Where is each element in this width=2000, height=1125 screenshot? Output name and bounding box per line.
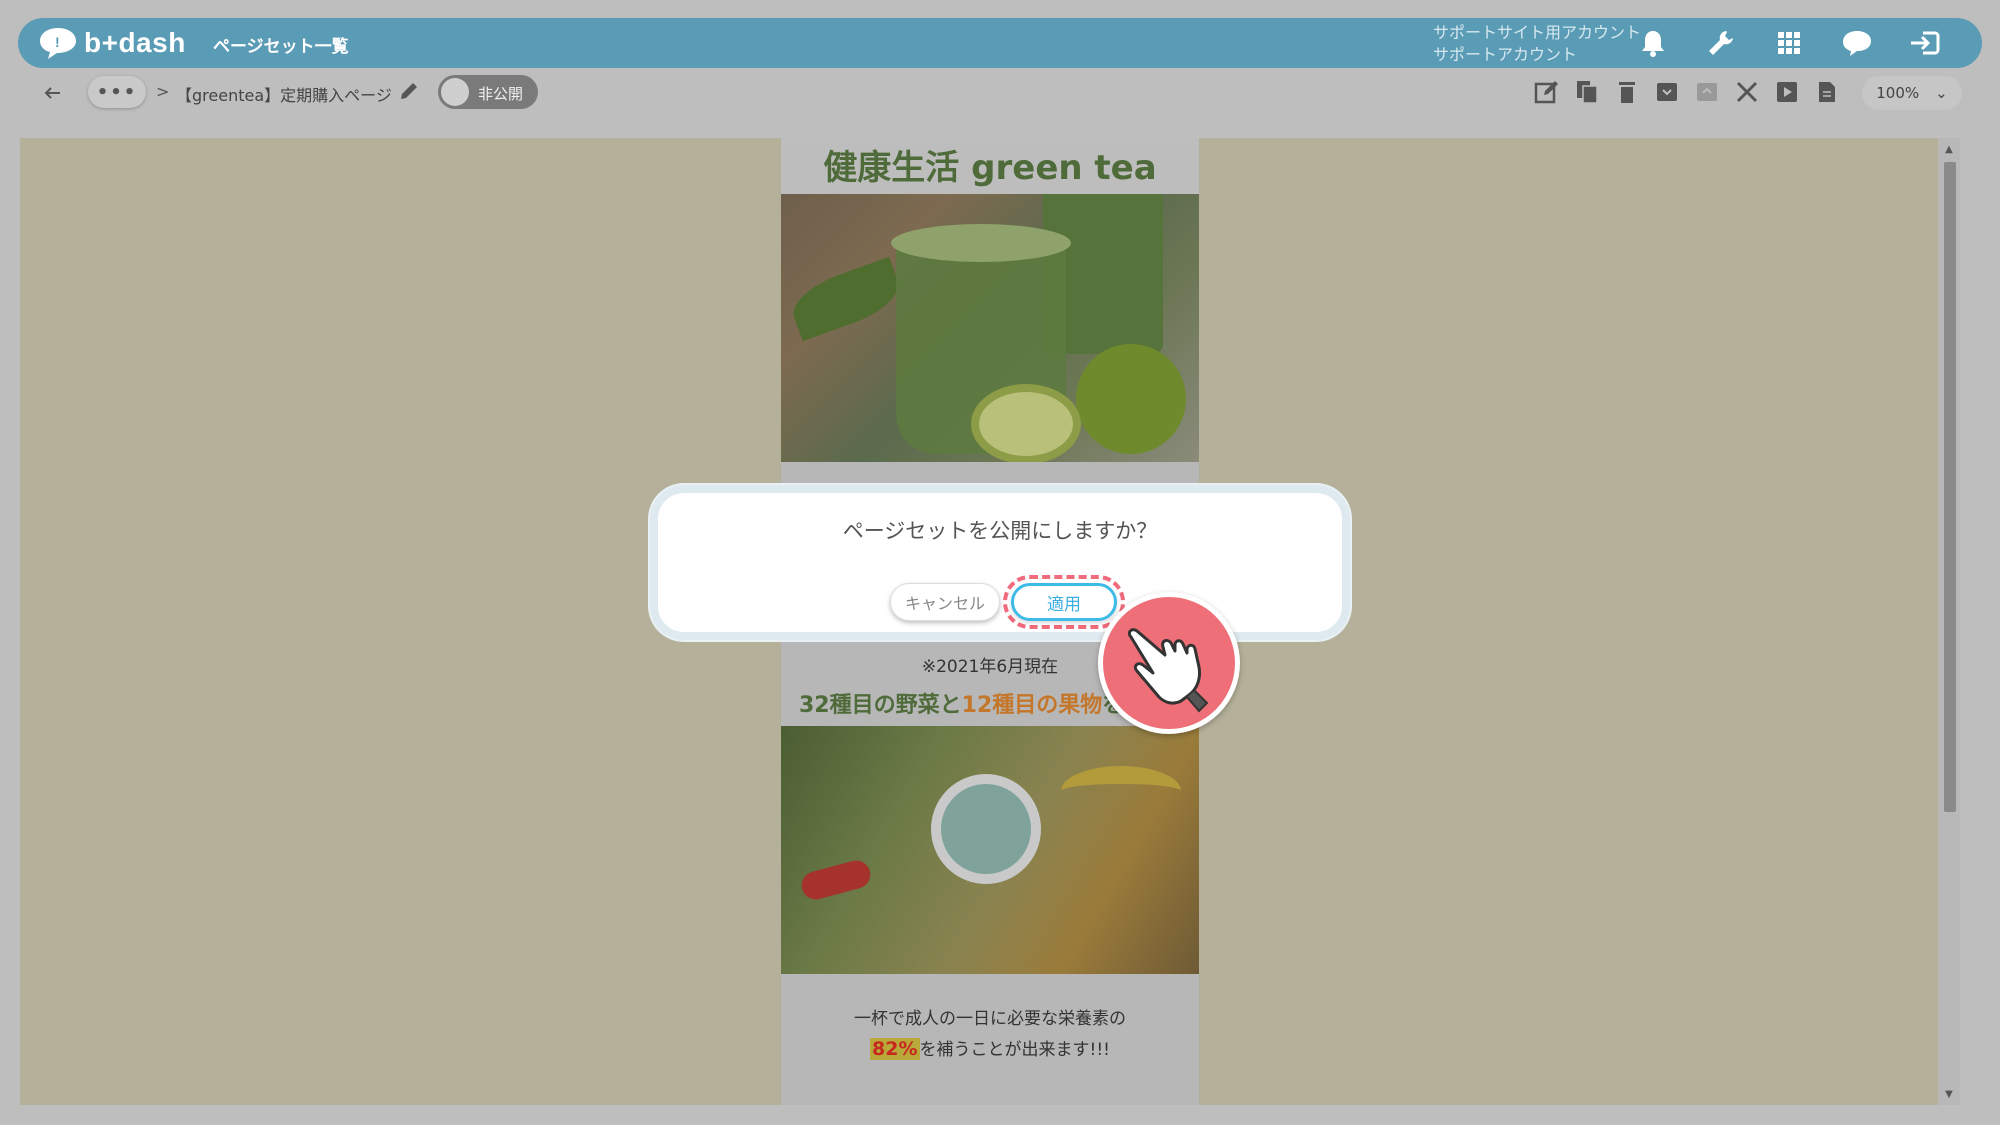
trash-icon[interactable] bbox=[1613, 78, 1641, 106]
header-icons bbox=[1634, 24, 1944, 62]
app-window: ! b+dash ページセット一覧 サポートサイト用アカウント サポートアカウン… bbox=[0, 0, 2000, 1125]
veg-title-and: と bbox=[939, 693, 962, 718]
breadcrumb-separator: > bbox=[156, 82, 170, 101]
preview-text-rest: を補うことが出来ます!!! bbox=[919, 1040, 1110, 1060]
toggle-label: 非公開 bbox=[478, 85, 524, 103]
back-arrow-icon[interactable] bbox=[40, 80, 66, 106]
preview-title: 健康生活 green tea bbox=[781, 138, 1199, 194]
scroll-down-icon[interactable]: ▼ bbox=[1943, 1089, 1955, 1101]
chat-icon[interactable] bbox=[1838, 24, 1876, 62]
scroll-up-icon[interactable]: ▲ bbox=[1943, 144, 1955, 156]
preview-text-line2: 82% を補うことが出来ます!!! bbox=[781, 1035, 1199, 1060]
breadcrumb-more-button[interactable]: ••• bbox=[88, 76, 146, 108]
publish-confirm-dialog: ページセットを公開にしますか？ キャンセル 適用 bbox=[650, 485, 1350, 640]
bell-icon[interactable] bbox=[1634, 24, 1672, 62]
toggle-knob bbox=[441, 78, 469, 106]
svg-text:!: ! bbox=[55, 34, 60, 50]
zoom-value: 100% bbox=[1876, 84, 1920, 102]
apply-button[interactable]: 適用 bbox=[1011, 583, 1117, 621]
glass-rim bbox=[891, 224, 1071, 262]
banana-shape bbox=[1061, 766, 1181, 816]
dialog-message: ページセットを公開にしますか？ bbox=[842, 519, 1158, 543]
account-name: サポートサイト用アカウント bbox=[1433, 23, 1642, 42]
page-toolbar: ••• > 【greentea】定期購入ページ 非公開 100% ⌄ bbox=[18, 70, 1982, 116]
hand-pointer-icon bbox=[1127, 628, 1209, 713]
copy-icon[interactable] bbox=[1573, 78, 1601, 106]
cup-shape bbox=[931, 774, 1041, 884]
document-icon[interactable] bbox=[1813, 78, 1841, 106]
header-bar: ! b+dash ページセット一覧 サポートサイト用アカウント サポートアカウン… bbox=[18, 18, 1982, 68]
logo[interactable]: ! b+dash bbox=[38, 22, 186, 64]
archive-icon[interactable] bbox=[1653, 78, 1681, 106]
pepper-shape bbox=[798, 857, 874, 903]
edit-icon[interactable] bbox=[1533, 78, 1561, 106]
cancel-button[interactable]: キャンセル bbox=[890, 583, 1000, 621]
breadcrumb-page-name: 【greentea】定期購入ページ bbox=[176, 86, 392, 105]
tools-icon[interactable] bbox=[1733, 78, 1761, 106]
lime-slice-shape bbox=[971, 384, 1081, 464]
action-icons bbox=[1533, 78, 1841, 106]
canvas-scrollbar[interactable]: ▲ ▼ bbox=[1938, 138, 1960, 1105]
scroll-thumb[interactable] bbox=[1944, 162, 1956, 812]
wrench-icon[interactable] bbox=[1702, 24, 1740, 62]
chevron-down-icon: ⌄ bbox=[1935, 84, 1948, 102]
account-sub: サポートアカウント bbox=[1433, 45, 1578, 64]
lime-shape bbox=[1076, 344, 1186, 454]
account-info[interactable]: サポートサイト用アカウント サポートアカウント bbox=[1433, 22, 1641, 66]
zoom-select[interactable]: 100% ⌄ bbox=[1862, 76, 1962, 110]
preview-text-line1: 一杯で成人の一日に必要な栄養素の bbox=[854, 1009, 1126, 1029]
grid-icon[interactable] bbox=[1770, 24, 1808, 62]
play-icon[interactable] bbox=[1773, 78, 1801, 106]
veg-image bbox=[781, 726, 1199, 974]
logo-bubble-icon: ! bbox=[38, 26, 78, 60]
pencil-icon[interactable] bbox=[398, 80, 422, 104]
leaf-shape bbox=[785, 256, 907, 342]
publish-toggle[interactable]: 非公開 bbox=[438, 75, 538, 109]
percent-highlight: 82% bbox=[870, 1038, 920, 1060]
nav-pageset-list[interactable]: ページセット一覧 bbox=[213, 32, 349, 57]
logout-icon[interactable] bbox=[1906, 24, 1944, 62]
export-icon[interactable] bbox=[1693, 78, 1721, 106]
veg-title-part2: 12種目の果物 bbox=[961, 693, 1103, 718]
veg-title-part1: 32種目の野菜 bbox=[799, 693, 940, 718]
pointer-hand-indicator bbox=[1098, 592, 1240, 734]
logo-text: b+dash bbox=[84, 27, 186, 58]
hero-image bbox=[781, 194, 1199, 464]
